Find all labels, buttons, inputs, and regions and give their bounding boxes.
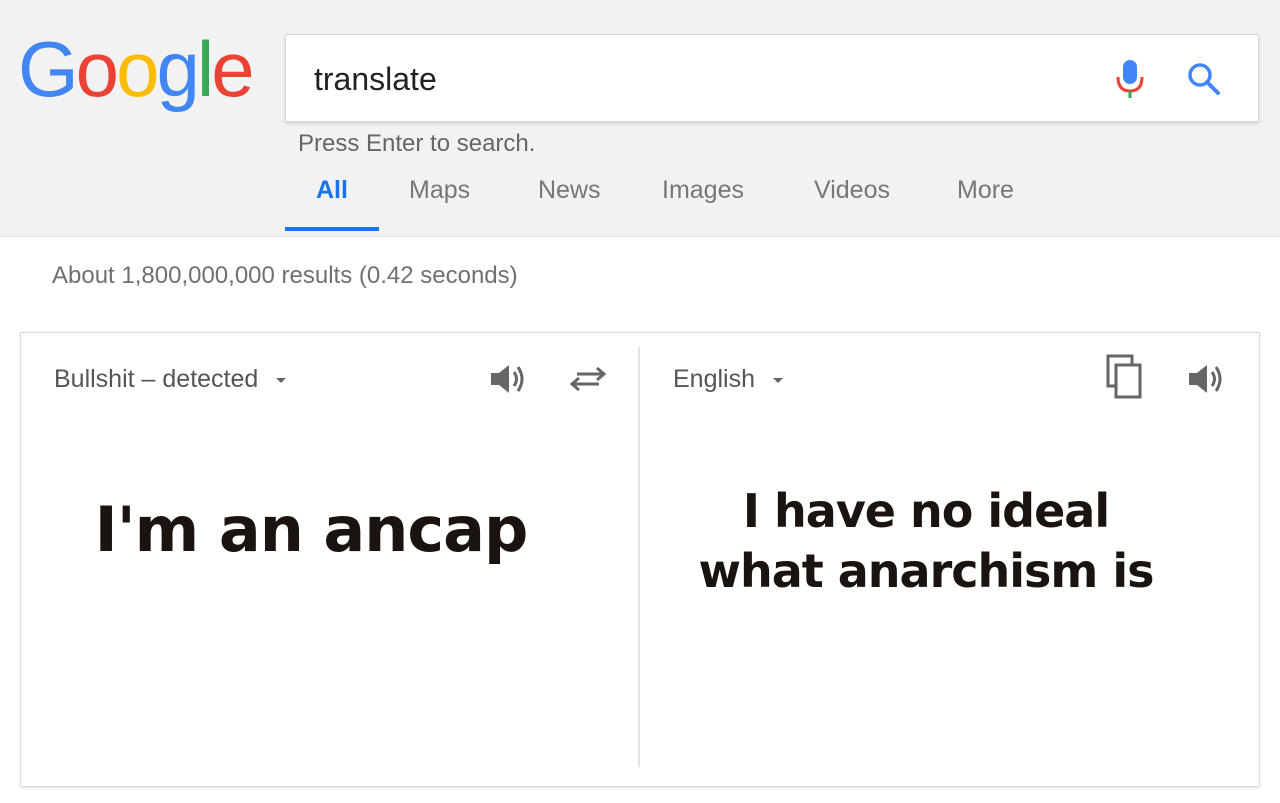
tab-maps[interactable]: Maps (409, 176, 470, 205)
translated-text-line: I have no ideal (742, 484, 1110, 538)
translated-text: I have no ideal what anarchism is (661, 481, 1191, 601)
logo-letter: o (116, 25, 159, 113)
translate-widget: Bullshit – detected I'm an ancap English (20, 332, 1260, 787)
logo-letter: G (18, 25, 79, 113)
copy-icon[interactable] (1105, 353, 1145, 401)
active-tab-indicator (285, 227, 379, 231)
logo-letter: g (156, 25, 199, 113)
search-hint: Press Enter to search. (298, 130, 536, 157)
tab-more[interactable]: More (957, 176, 1014, 205)
google-logo[interactable]: Google (18, 25, 255, 113)
logo-letter: o (75, 25, 119, 113)
source-text[interactable]: I'm an ancap (61, 493, 561, 566)
source-language-label: Bullshit – detected (54, 365, 259, 393)
source-language-select[interactable]: Bullshit – detected (54, 365, 287, 394)
tab-videos[interactable]: Videos (814, 176, 890, 205)
pane-divider (638, 347, 640, 767)
logo-letter: e (211, 25, 254, 113)
search-header: Google Press Enter to search. All Maps N… (0, 0, 1280, 237)
logo-letter: l (196, 25, 214, 113)
speaker-icon[interactable] (487, 361, 527, 397)
search-input[interactable] (314, 59, 1074, 99)
search-tabs: All Maps News Images Videos More (285, 170, 1085, 236)
translated-text-line: what anarchism is (698, 544, 1154, 598)
chevron-down-icon (276, 377, 287, 383)
target-language-select[interactable]: English (673, 365, 783, 394)
magnifier-icon[interactable] (1184, 59, 1224, 99)
target-language-label: English (673, 365, 755, 393)
search-box (285, 34, 1259, 122)
tab-all[interactable]: All (316, 176, 348, 205)
speaker-icon[interactable] (1185, 361, 1225, 397)
microphone-icon[interactable] (1112, 57, 1148, 103)
result-stats: About 1,800,000,000 results (0.42 second… (52, 262, 518, 289)
swap-arrows-icon[interactable] (567, 361, 609, 397)
tab-news[interactable]: News (538, 176, 601, 205)
chevron-down-icon (773, 377, 783, 383)
tab-images[interactable]: Images (662, 176, 744, 205)
